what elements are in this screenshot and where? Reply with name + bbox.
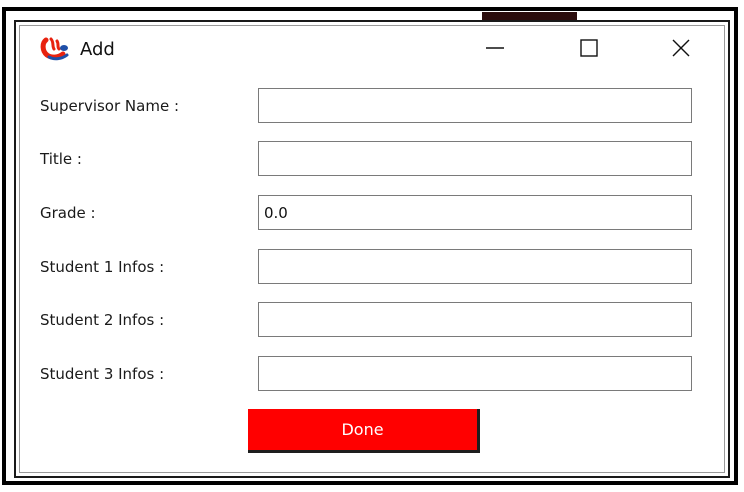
student-2-infos-label: Student 2 Infos : xyxy=(40,311,165,329)
form-row-title: Title : xyxy=(16,139,728,179)
java-logo-icon xyxy=(40,37,70,61)
close-button[interactable] xyxy=(658,32,704,68)
supervisor-name-input[interactable] xyxy=(258,88,692,123)
add-dialog-window: Add Supervisor Name: Title: Grade: 0.… xyxy=(14,20,730,478)
title-input[interactable] xyxy=(258,141,692,176)
student-1-infos-input[interactable] xyxy=(258,249,692,284)
form-row-grade: Grade : xyxy=(16,193,728,233)
minimize-button[interactable] xyxy=(472,32,518,68)
maximize-button[interactable] xyxy=(566,32,612,68)
screen: Add Supervisor Name: Title: Grade: 0.… xyxy=(0,0,744,492)
form-row-supervisor-name: Supervisor Name : xyxy=(16,86,728,126)
supervisor-name-label: Supervisor Name : xyxy=(40,97,179,115)
grade-label: Grade : xyxy=(40,204,96,222)
form-row-student-2: Student 2 Infos : xyxy=(16,300,728,340)
window-title: Add xyxy=(80,39,115,60)
student-3-infos-input[interactable] xyxy=(258,356,692,391)
close-icon xyxy=(670,37,692,63)
student-3-infos-label: Student 3 Infos : xyxy=(40,365,165,383)
student-1-infos-label: Student 1 Infos : xyxy=(40,258,165,276)
student-2-infos-input[interactable] xyxy=(258,302,692,337)
form-row-student-1: Student 1 Infos : xyxy=(16,247,728,287)
title-label: Title : xyxy=(40,150,82,168)
title-bar[interactable]: Add xyxy=(16,22,728,82)
maximize-icon xyxy=(578,37,600,63)
minimize-icon xyxy=(484,37,506,63)
grade-input[interactable] xyxy=(258,195,692,230)
form-row-student-3: Student 3 Infos : xyxy=(16,354,728,394)
done-button[interactable]: Done xyxy=(248,409,480,453)
